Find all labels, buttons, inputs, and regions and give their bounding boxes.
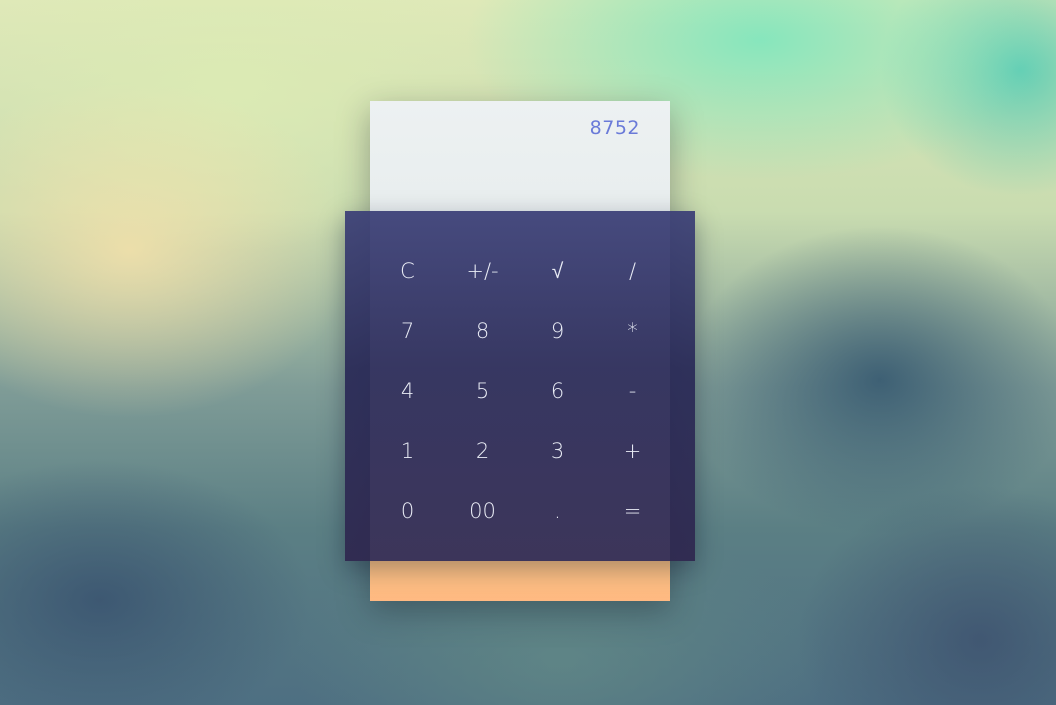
- result-display: 8752: [589, 117, 640, 139]
- equals-button[interactable]: =: [595, 481, 670, 541]
- digit-0-button[interactable]: 0: [370, 481, 445, 541]
- add-button[interactable]: +: [595, 421, 670, 481]
- digit-1-button[interactable]: 1: [370, 421, 445, 481]
- multiply-button[interactable]: *: [595, 301, 670, 361]
- digit-8-button[interactable]: 8: [445, 301, 520, 361]
- divide-button[interactable]: /: [595, 241, 670, 301]
- double-zero-button[interactable]: 00: [445, 481, 520, 541]
- digit-3-button[interactable]: 3: [520, 421, 595, 481]
- subtract-button[interactable]: -: [595, 361, 670, 421]
- digit-5-button[interactable]: 5: [445, 361, 520, 421]
- digit-4-button[interactable]: 4: [370, 361, 445, 421]
- digit-9-button[interactable]: 9: [520, 301, 595, 361]
- decimal-point-button[interactable]: .: [520, 481, 595, 541]
- digit-2-button[interactable]: 2: [445, 421, 520, 481]
- square-root-button[interactable]: √: [520, 241, 595, 301]
- paper-footer-strip: [370, 561, 670, 601]
- clear-button[interactable]: C: [370, 241, 445, 301]
- sign-toggle-button[interactable]: +/-: [445, 241, 520, 301]
- digit-7-button[interactable]: 7: [370, 301, 445, 361]
- digit-6-button[interactable]: 6: [520, 361, 595, 421]
- calculator-keypad: C +/- √ / 7 8 9 * 4 5 6 - 1 2 3 + 0 00 .…: [345, 211, 695, 561]
